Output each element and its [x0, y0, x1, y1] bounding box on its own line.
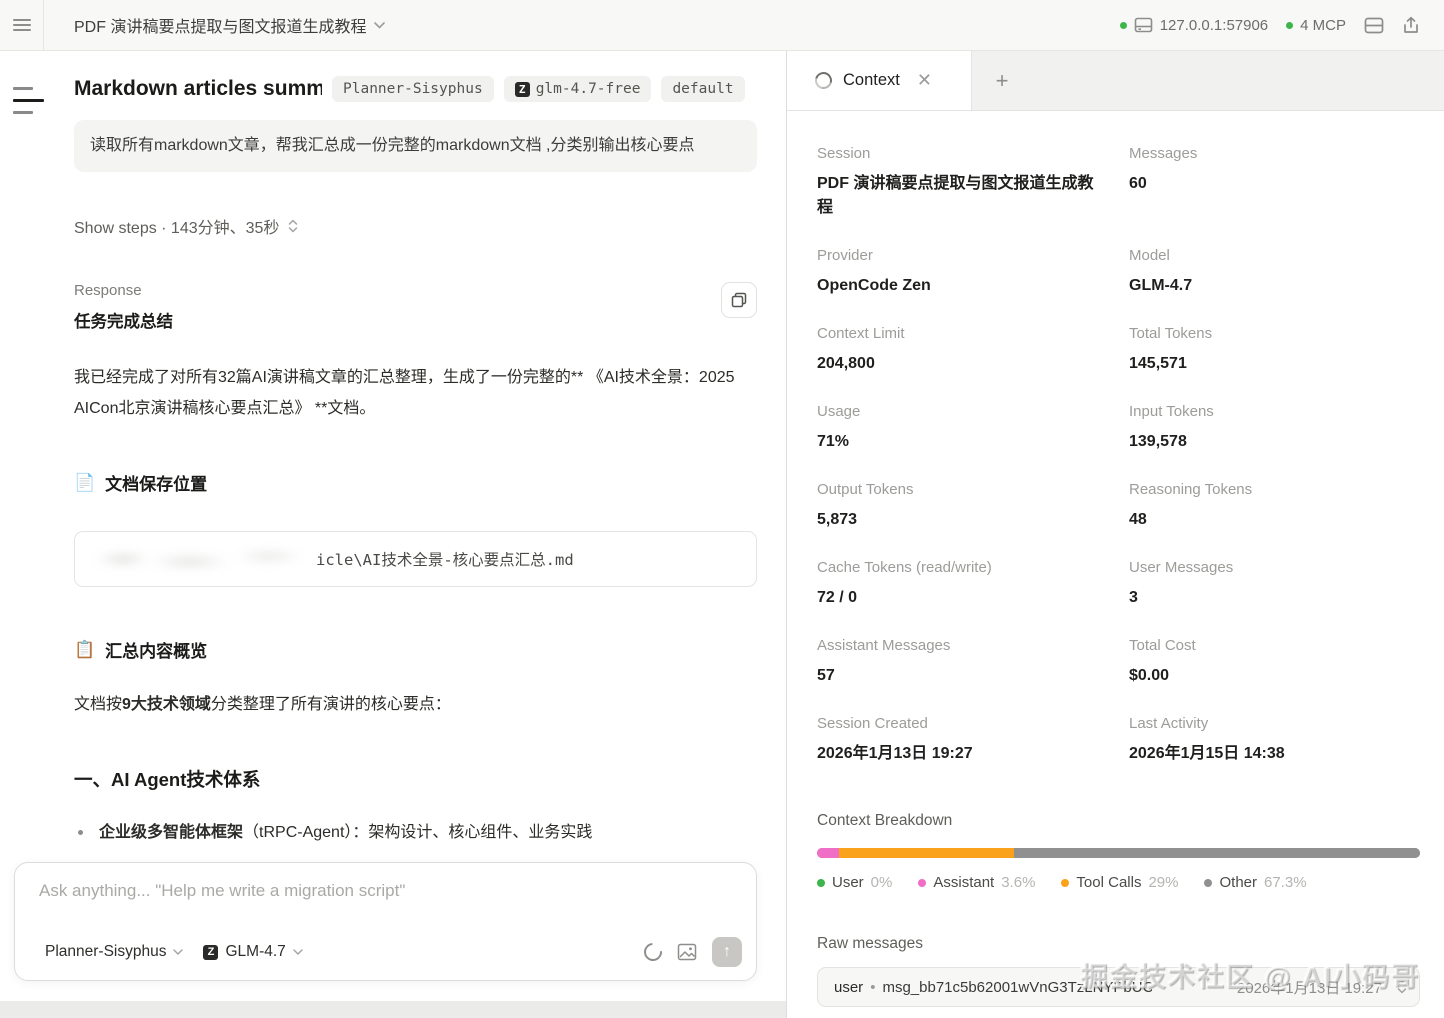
overview-heading: 📋 汇总内容概览: [74, 639, 208, 662]
chevrons-up-down-icon: [289, 219, 298, 233]
show-steps-toggle[interactable]: Show steps · 143分钟、35秒: [74, 214, 757, 238]
doc-location-heading: 📄 文档保存位置: [74, 472, 208, 495]
stat-context-limit: Context Limit 204,800: [817, 325, 905, 372]
stat-provider: Provider OpenCode Zen: [817, 247, 931, 294]
redacted-path-blur: [89, 546, 314, 572]
section-heading: 一、AI Agent技术体系: [74, 769, 261, 790]
new-tab-button[interactable]: +: [972, 51, 1032, 110]
doc-path[interactable]: icle\AI技术全景-核心要点汇总.md: [74, 531, 757, 587]
stat-messages: Messages 60: [1129, 145, 1198, 192]
mode-badge[interactable]: default: [661, 76, 745, 102]
server-address: 127.0.0.1:57906: [1159, 16, 1269, 34]
stat-input-tokens: Input Tokens 139,578: [1129, 403, 1214, 450]
thread-list-icon[interactable]: [13, 87, 44, 114]
stat-usage: Usage 71%: [817, 403, 861, 450]
stat-output-tokens: Output Tokens 5,873: [817, 481, 914, 528]
legend-dot-icon: [918, 878, 927, 887]
working-spinner-icon: [640, 939, 666, 965]
hamburger-icon: [12, 16, 31, 34]
top-bar: PDF 演讲稿要点提取与图文报道生成教程 127.0.0.1:57906 4 M…: [0, 0, 1444, 51]
response-label: Response: [74, 282, 142, 299]
model-selector[interactable]: Z GLM-4.7: [197, 939, 308, 965]
chevrons-up-down-icon: [1397, 980, 1407, 994]
clipboard-icon: 📋: [74, 639, 96, 659]
legend-dot-icon: [1204, 878, 1213, 887]
session-title-dropdown[interactable]: PDF 演讲稿要点提取与图文报道生成教程: [74, 13, 386, 37]
legend-assistant: Assistant 3.6%: [918, 874, 1035, 891]
stat-assistant-messages: Assistant Messages 57: [817, 637, 951, 684]
doc-path-visible: icle\AI技术全景-核心要点汇总.md: [316, 551, 574, 569]
session-stats-grid: Session PDF 演讲稿要点提取与图文报道生成教程 Messages 60 P…: [817, 145, 1420, 766]
raw-message-row[interactable]: user • msg_bb71c5b62001wVnG3TzLNYPbUC...…: [817, 967, 1420, 1007]
model-badge[interactable]: Z glm-4.7-free: [503, 76, 652, 102]
server-status-dot: [1119, 21, 1127, 29]
breakdown-segment-assistant: [817, 848, 839, 858]
tab-spinner-icon: [811, 68, 836, 93]
tab-context[interactable]: Context ✕: [787, 51, 972, 110]
raw-messages-title: Raw messages: [817, 935, 923, 952]
close-tab-icon[interactable]: ✕: [917, 70, 932, 91]
breakdown-title: Context Breakdown: [817, 812, 953, 829]
split-panel-icon: [1364, 17, 1384, 33]
document-icon: 📄: [74, 472, 96, 492]
server-icon: [1134, 17, 1153, 33]
response-title: 任务完成总结: [74, 313, 173, 331]
stat-cache-tokens: Cache Tokens (read/write) 72 / 0: [817, 559, 992, 606]
list-item: 企业级多智能体框架（tRPC-Agent）：架构设计、核心组件、业务实践: [74, 820, 757, 845]
mcp-label: 4 MCP: [1300, 16, 1346, 34]
stat-reasoning-tokens: Reasoning Tokens 48: [1129, 481, 1253, 528]
page-bottom-strip: [0, 1001, 786, 1018]
arrow-up-icon: ↑: [723, 943, 731, 960]
breakdown-legend: User 0% Assistant 3.6% Tool Calls 29% Ot…: [817, 874, 1420, 891]
stat-model: Model GLM-4.7: [1129, 247, 1193, 294]
response-paragraph: 我已经完成了对所有32篇AI演讲稿文章的汇总整理，生成了一份完整的** 《AI技…: [74, 369, 735, 417]
zen-logo-icon: Z: [514, 81, 530, 97]
conversation-panel: Markdown articles summa Planner-Sisyphus…: [0, 51, 787, 1018]
composer: Planner-Sisyphus Z GLM-4.7 ↑: [14, 862, 757, 981]
raw-messages: Raw messages user • msg_bb71c5b62001wVnG…: [817, 935, 1420, 1018]
context-panel: Context ✕ + Session PDF 演讲稿要点提取与图文报道生成教程 …: [787, 51, 1444, 1018]
chevron-down-icon: [374, 21, 386, 29]
server-status[interactable]: 127.0.0.1:57906: [1119, 16, 1269, 34]
stat-last-activity: Last Activity 2026年1月15日 14:38: [1129, 715, 1285, 762]
agent-selector[interactable]: Planner-Sisyphus: [39, 939, 189, 965]
panel-tab-bar: Context ✕ +: [787, 51, 1444, 111]
chevron-down-icon: [293, 949, 303, 955]
stat-session: Session PDF 演讲稿要点提取与图文报道生成教程: [817, 145, 1094, 216]
share-button[interactable]: [1402, 16, 1420, 35]
legend-tool-calls: Tool Calls 29%: [1061, 874, 1178, 891]
chevron-down-icon: [173, 949, 184, 955]
overview-intro: 文档按9大技术领域分类整理了所有演讲的核心要点：: [74, 696, 451, 713]
mcp-status[interactable]: 4 MCP: [1286, 17, 1346, 34]
thread-header: Markdown articles summa Planner-Sisyphus…: [74, 76, 757, 102]
legend-other: Other 67.3%: [1204, 874, 1307, 891]
breakdown-segment-tool-calls: [838, 848, 1014, 858]
mcp-status-dot: [1286, 21, 1294, 29]
legend-user: User 0%: [817, 874, 892, 891]
send-button[interactable]: ↑: [712, 937, 742, 967]
sidebar-toggle-button[interactable]: [0, 0, 44, 50]
user-prompt: 读取所有markdown文章，帮我汇总成一份完整的markdown文档 ,分类别…: [74, 120, 757, 172]
stat-total-cost: Total Cost $0.00: [1129, 637, 1196, 684]
agent-badge[interactable]: Planner-Sisyphus: [332, 76, 494, 102]
stat-total-tokens: Total Tokens 145,571: [1129, 325, 1213, 372]
context-breakdown: Context Breakdown User 0% Assistant 3.6%: [817, 812, 1420, 891]
copy-button[interactable]: [721, 282, 757, 318]
bullet-icon: [78, 830, 83, 835]
breakdown-bar: [817, 848, 1420, 858]
thread-title: Markdown articles summa: [74, 77, 322, 100]
session-title: PDF 演讲稿要点提取与图文报道生成教程: [74, 19, 367, 36]
stat-user-messages: User Messages 3: [1129, 559, 1234, 606]
zen-logo-icon: Z: [203, 944, 219, 960]
attach-image-icon[interactable]: [677, 943, 697, 961]
copy-icon: [731, 292, 747, 308]
split-panel-button[interactable]: [1364, 17, 1384, 34]
breakdown-segment-other: [1013, 848, 1420, 858]
legend-dot-icon: [1061, 878, 1070, 887]
legend-dot-icon: [817, 878, 825, 887]
share-icon: [1404, 16, 1418, 33]
stat-session-created: Session Created 2026年1月13日 19:27: [817, 715, 973, 762]
composer-input[interactable]: [39, 881, 738, 901]
